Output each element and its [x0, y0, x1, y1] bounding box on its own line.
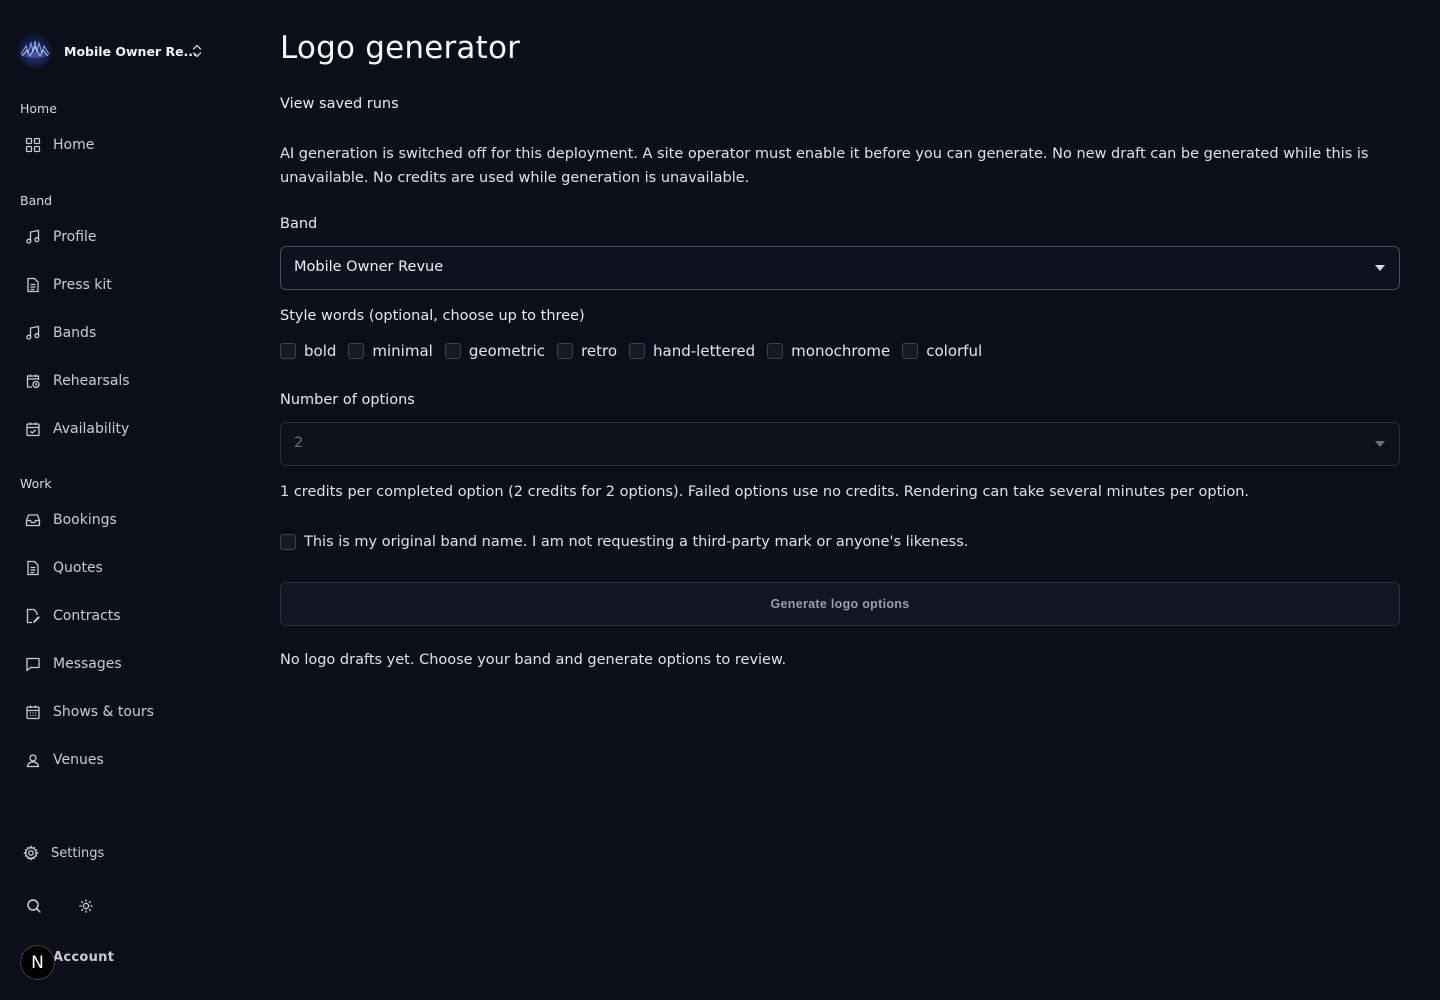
search-icon	[27, 899, 41, 913]
user-pin-icon	[26, 754, 40, 768]
search-button[interactable]	[20, 892, 48, 920]
account-label: Account	[53, 950, 115, 965]
avatar: N	[20, 945, 55, 980]
sidebar-item-label: Bookings	[53, 512, 117, 528]
original-name-consent[interactable]: This is my original band name. I am not …	[280, 534, 968, 550]
sidebar-item-label: Venues	[53, 752, 104, 768]
document-icon	[27, 560, 39, 576]
message-icon	[26, 657, 40, 672]
style-checkbox[interactable]	[629, 343, 646, 359]
sidebar-item-label: Rehearsals	[53, 373, 130, 389]
band-select[interactable]: Mobile Owner Revue	[280, 246, 1400, 290]
sidebar-item-bookings[interactable]: Bookings	[20, 503, 220, 537]
number-of-options-label: Number of options	[280, 392, 415, 408]
band-select-value: Mobile Owner Revue	[294, 259, 444, 275]
calendar-check-icon	[26, 422, 40, 437]
style-word-retro[interactable]: retro	[557, 342, 617, 360]
style-checkbox[interactable]	[557, 343, 574, 359]
consent-label: This is my original band name. I am not …	[304, 534, 969, 550]
sidebar-item-bands[interactable]: Bands	[20, 316, 220, 350]
style-checkbox[interactable]	[767, 343, 784, 359]
sidebar-item-label: Home	[53, 137, 95, 153]
music-note-icon	[26, 325, 40, 340]
style-word-bold[interactable]: bold	[280, 342, 336, 360]
band-label: Band	[280, 216, 318, 232]
sidebar-item-availability[interactable]: Availability	[20, 412, 220, 446]
style-words-label: Style words (optional, choose up to thre…	[280, 308, 585, 324]
sidebar-item-label: Bands	[53, 325, 97, 341]
sidebar-item-home[interactable]: Home	[20, 128, 220, 162]
number-of-options-select[interactable]: 2	[280, 422, 1400, 466]
style-word-label: hand-lettered	[653, 342, 756, 360]
style-word-label: colorful	[926, 342, 983, 360]
style-checkbox[interactable]	[444, 343, 461, 359]
document-icon	[27, 277, 39, 293]
calendar-clock-icon	[26, 374, 40, 389]
theme-toggle-button[interactable]	[72, 892, 100, 920]
sidebar-item-label: Press kit	[53, 277, 112, 293]
calendar-icon	[26, 705, 40, 720]
style-words-group: bold minimal geometric retro hand-letter…	[280, 340, 994, 362]
style-checkbox[interactable]	[902, 343, 919, 359]
grid-icon	[25, 137, 41, 153]
sidebar-item-contracts[interactable]: Contracts	[20, 599, 220, 633]
workspace-name: Mobile Owner Re...	[64, 43, 198, 59]
sidebar-item-venues[interactable]: Venues	[20, 743, 220, 777]
app-root: Mobile Owner Re... Home Home Band Profil…	[0, 0, 1440, 1000]
consent-checkbox[interactable]	[280, 534, 296, 550]
style-word-colorful[interactable]: colorful	[902, 342, 982, 360]
document-signature-icon	[26, 608, 40, 624]
style-word-hand-lettered[interactable]: hand-lettered	[629, 342, 755, 360]
style-checkbox[interactable]	[348, 343, 365, 359]
style-word-label: geometric	[468, 342, 546, 360]
generate-logo-options-button[interactable]: Generate logo options	[280, 582, 1400, 626]
sidebar-item-label: Contracts	[53, 608, 121, 624]
sidebar-item-quotes[interactable]: Quotes	[20, 551, 220, 585]
style-word-label: monochrome	[791, 342, 891, 360]
sidebar-item-messages[interactable]: Messages	[20, 647, 220, 681]
style-word-label: minimal	[372, 342, 433, 360]
style-checkbox[interactable]	[280, 343, 296, 359]
music-note-icon	[26, 229, 40, 244]
account-menu[interactable]: N Account	[20, 944, 160, 980]
sidebar-item-label: Availability	[53, 421, 130, 437]
chevron-up-down-icon	[192, 44, 202, 58]
sidebar-item-label: Messages	[53, 656, 122, 672]
sidebar-item-press-kit[interactable]: Press kit	[20, 268, 220, 302]
sidebar-item-shows-tours[interactable]: Shows & tours	[20, 695, 220, 729]
workspace-switcher[interactable]: Mobile Owner Re...	[18, 34, 218, 68]
nav-section-home: Home	[20, 101, 57, 116]
gear-icon	[23, 845, 39, 861]
sidebar: Mobile Owner Re... Home Home Band Profil…	[0, 0, 240, 1000]
sidebar-item-rehearsals[interactable]: Rehearsals	[20, 364, 220, 398]
generation-disabled-notice: AI generation is switched off for this d…	[280, 146, 1369, 186]
style-word-minimal[interactable]: minimal	[348, 342, 433, 360]
style-word-label: retro	[581, 342, 618, 360]
credits-help-text: 1 credits per completed option (2 credit…	[280, 484, 1250, 500]
inbox-icon	[25, 514, 41, 527]
number-of-options-value: 2	[294, 435, 304, 451]
sidebar-item-label: Shows & tours	[53, 704, 154, 720]
sidebar-item-label: Settings	[51, 845, 105, 861]
view-saved-runs-link[interactable]: View saved runs	[280, 96, 399, 112]
empty-state-text: No logo drafts yet. Choose your band and…	[280, 652, 787, 668]
style-word-monochrome[interactable]: monochrome	[767, 342, 890, 360]
caret-down-icon	[1375, 265, 1385, 271]
page-title: Logo generator	[280, 30, 521, 66]
sidebar-item-label: Profile	[53, 229, 97, 245]
nav-section-work: Work	[20, 476, 52, 491]
caret-down-icon	[1375, 441, 1385, 447]
nav-section-band: Band	[20, 193, 53, 208]
sidebar-item-profile[interactable]: Profile	[20, 220, 220, 254]
sun-icon	[79, 899, 93, 913]
sidebar-item-label: Quotes	[53, 560, 103, 576]
style-word-geometric[interactable]: geometric	[444, 342, 546, 360]
band-logo-icon	[18, 34, 52, 68]
style-word-label: bold	[304, 342, 337, 360]
sidebar-item-settings[interactable]: Settings	[18, 836, 218, 870]
